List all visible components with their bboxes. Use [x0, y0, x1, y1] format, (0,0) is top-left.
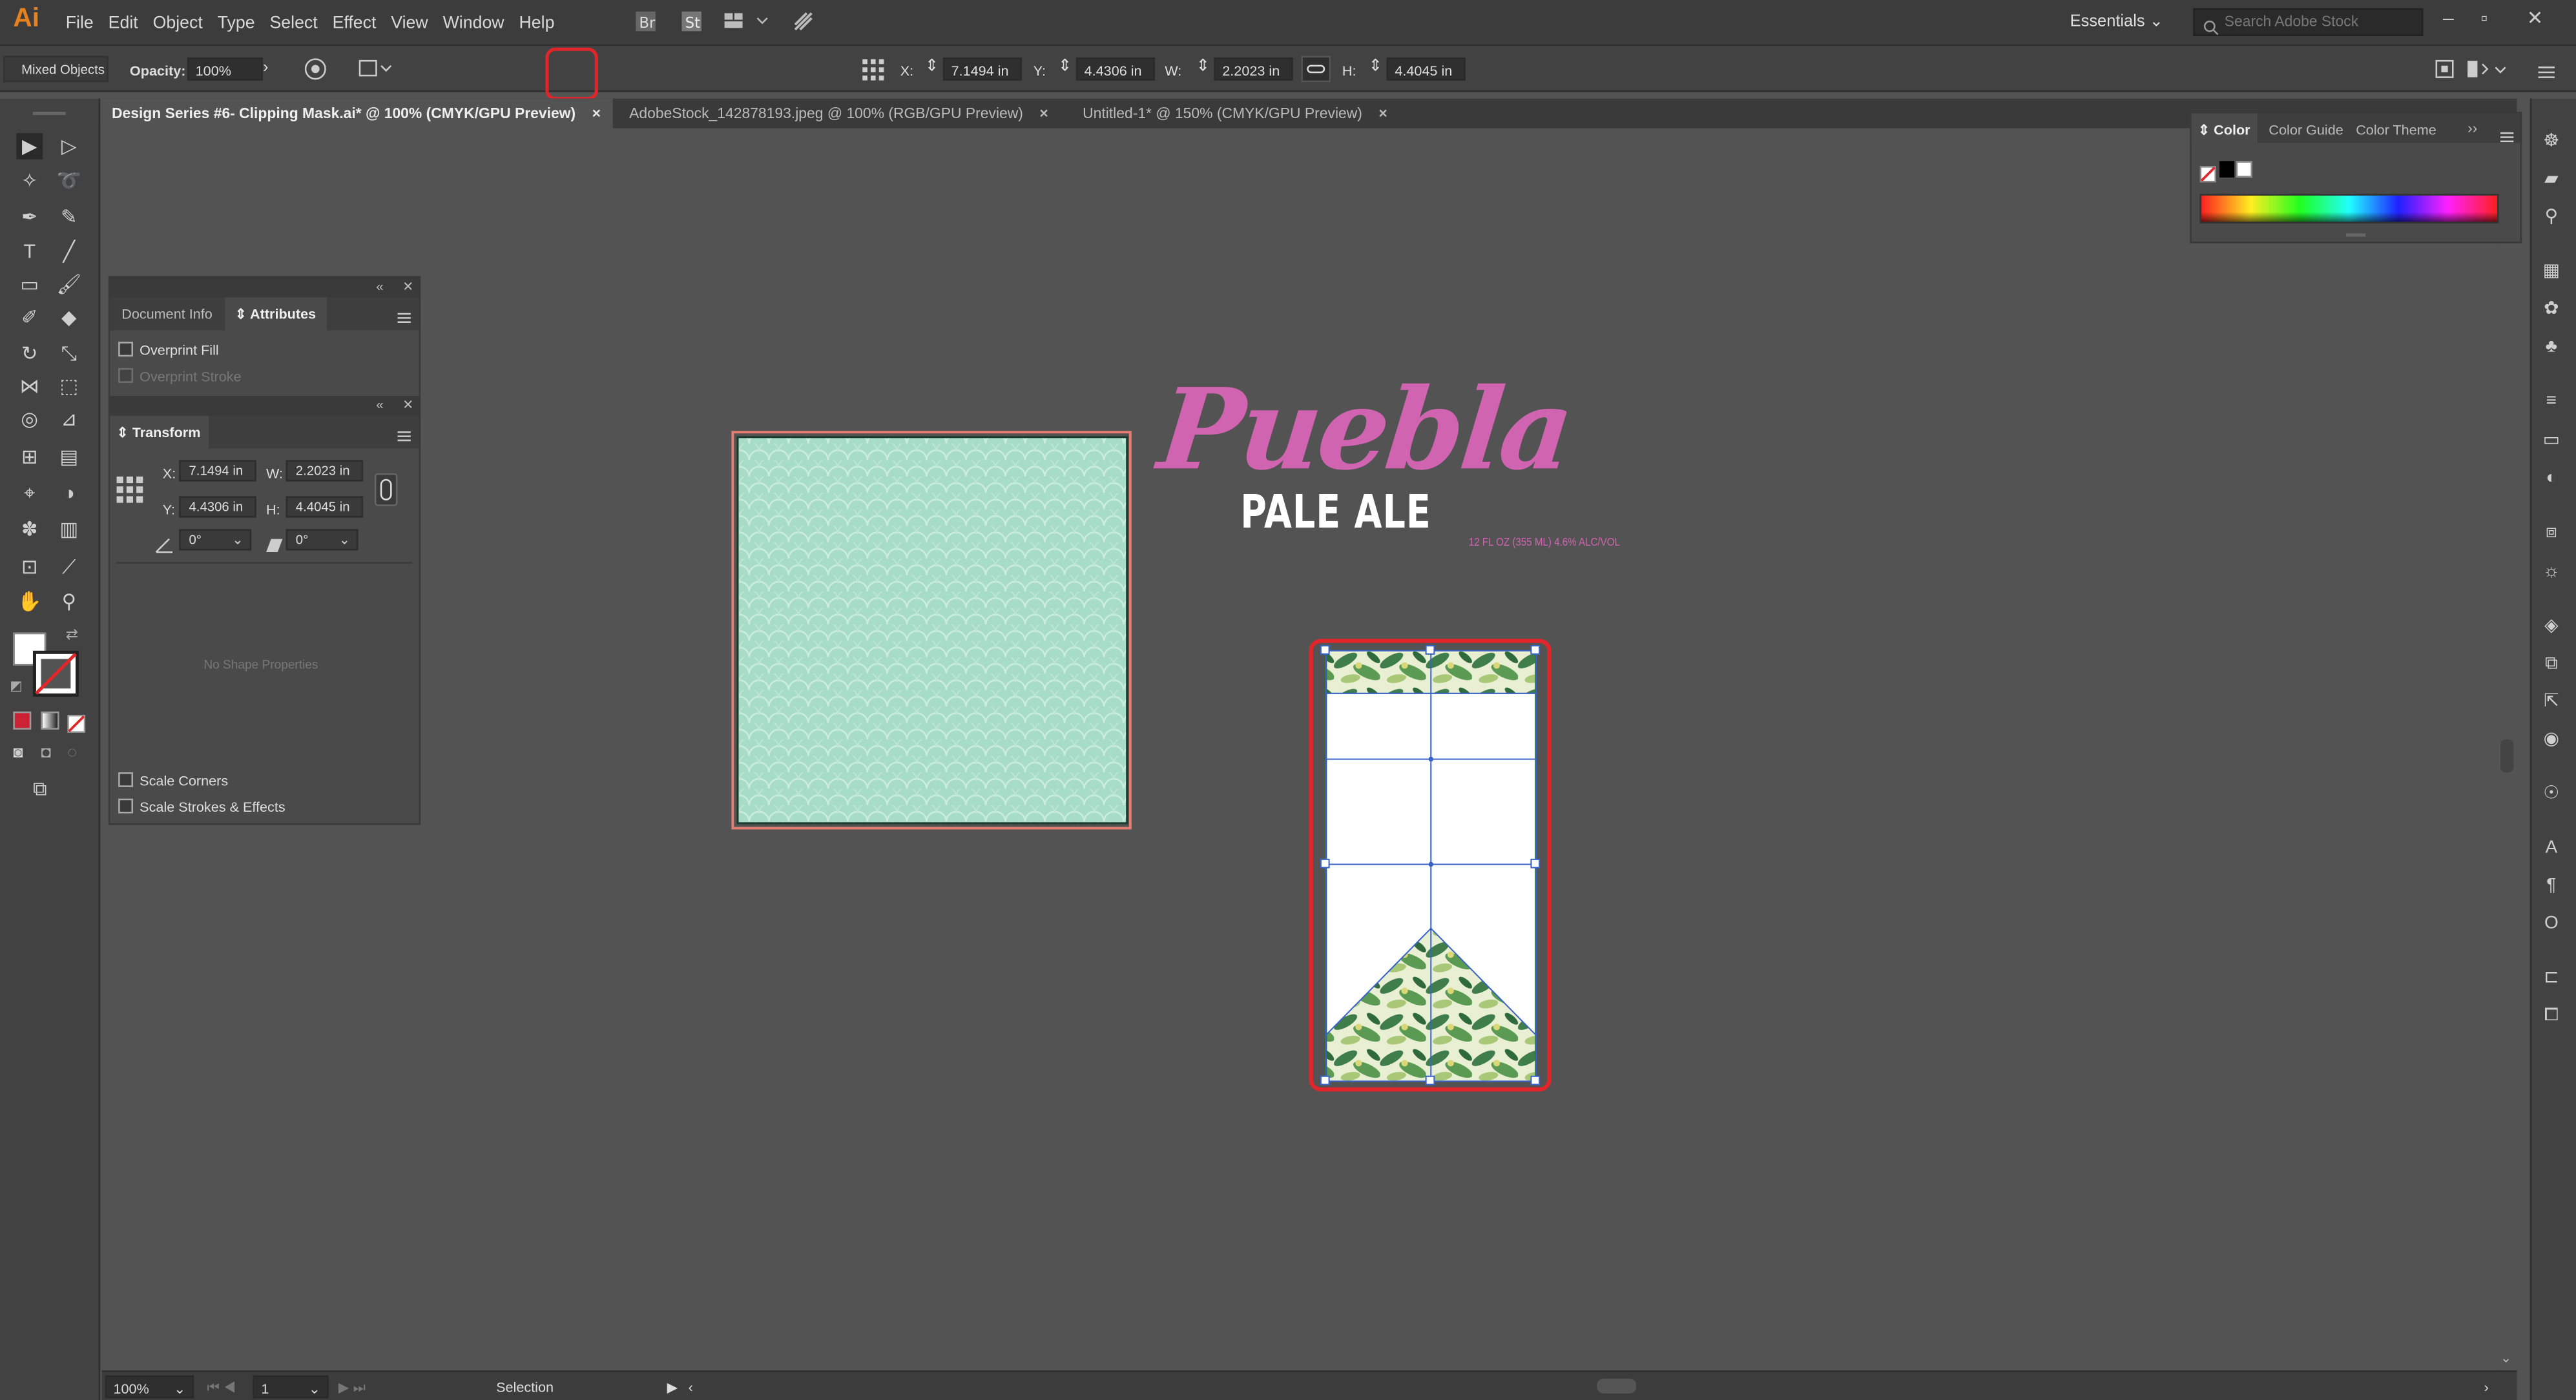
character-icon[interactable]: A — [2539, 835, 2565, 861]
tab-attributes[interactable]: ⇕ Attributes — [235, 305, 316, 324]
scale-pattern-square — [736, 436, 1128, 825]
shear-angle-select[interactable]: 0° ⌄ — [286, 529, 358, 551]
constrain-link-icon[interactable] — [374, 473, 398, 506]
white-swatch[interactable] — [2236, 161, 2252, 178]
angle-icon — [154, 532, 174, 562]
volume-text: 12 FL OZ (355 ML) 4.6% ALC/VOL — [1468, 537, 1620, 549]
collapse-icon[interactable]: « — [376, 398, 383, 413]
tab-color-theme[interactable]: Color Theme — [2356, 121, 2436, 138]
status-bar: 100% ⌄ ⏮ ◀ 1 ⌄ ▶ ⏭ Selection ▶ ‹ › — [101, 1370, 2517, 1400]
none-swatch[interactable] — [2199, 161, 2217, 190]
status-menu-icon[interactable]: ▶ — [667, 1379, 678, 1397]
zoom-select[interactable]: 100% ⌄ — [105, 1375, 194, 1399]
color-panel: ⇕ Color Color Guide Color Theme ›› — [2190, 112, 2522, 243]
overprint-stroke-label: Overprint Stroke — [140, 367, 242, 385]
transform-w-label: W: — [266, 465, 284, 482]
transform-y-label: Y: — [162, 501, 176, 518]
overprint-stroke-checkbox[interactable] — [118, 367, 134, 383]
links-icon[interactable]: ⇱ — [2539, 688, 2565, 715]
transform-h-label: H: — [266, 501, 280, 518]
horizontal-scrollbar[interactable] — [1597, 1378, 1637, 1394]
overprint-fill-checkbox[interactable] — [118, 342, 134, 357]
symbols-icon[interactable]: ♣ — [2539, 334, 2565, 360]
first-artboard-icon[interactable]: ⏮ ◀ — [207, 1379, 236, 1397]
transform-h-input[interactable]: 4.4045 in — [286, 496, 364, 518]
opentype-icon[interactable]: O — [2539, 911, 2565, 937]
asset-export-icon[interactable]: ⚲ — [2539, 204, 2565, 231]
properties-icon[interactable]: ☸ — [2539, 128, 2565, 154]
navigator-icon[interactable]: ☉ — [2539, 781, 2565, 807]
panel-close-icon[interactable]: ✕ — [402, 398, 413, 413]
scroll-right-icon[interactable]: › — [2484, 1379, 2489, 1395]
panel-close-icon[interactable]: ✕ — [402, 280, 413, 294]
paragraph-icon[interactable]: ¶ — [2539, 872, 2565, 899]
shear-icon — [264, 532, 284, 562]
expand-icon[interactable]: ›› — [2467, 120, 2477, 136]
brand-puebla: Puebla — [1152, 364, 1577, 497]
transparency-icon[interactable]: ◐ — [2539, 465, 2565, 491]
rotate-angle-select[interactable]: 0° ⌄ — [179, 529, 252, 551]
gradient-icon[interactable]: ▭ — [2539, 427, 2565, 454]
transform-y-input[interactable]: 4.4306 in — [179, 496, 256, 518]
next-artboard-icon[interactable]: ▶ ⏭ — [338, 1379, 366, 1397]
chevron-down-icon[interactable]: ⌄ — [2500, 1351, 2511, 1366]
scale-corners-label: Scale Corners — [140, 772, 229, 789]
swatches-icon[interactable]: ▦ — [2539, 258, 2565, 285]
pathfinder-icon[interactable]: ⧠ — [2539, 1002, 2565, 1029]
layers-icon[interactable]: ◈ — [2539, 613, 2565, 639]
tab-color-guide[interactable]: Color Guide — [2269, 121, 2343, 138]
scale-strokes-label: Scale Strokes & Effects — [140, 798, 286, 816]
transform-w-input[interactable]: 2.2023 in — [286, 460, 364, 482]
scale-corners-checkbox[interactable] — [118, 772, 134, 787]
image-trace-icon[interactable]: ⧈ — [2539, 519, 2565, 546]
brushes-icon[interactable]: ✿ — [2539, 296, 2565, 322]
tab-color[interactable]: ⇕ Color — [2198, 121, 2250, 139]
panel-menu-icon[interactable] — [396, 422, 412, 452]
artboard-number-select[interactable]: 1 ⌄ — [253, 1375, 329, 1399]
no-shape-properties: No Shape Properties — [203, 657, 318, 672]
reference-point-icon[interactable] — [115, 475, 145, 513]
stroke-icon[interactable]: ≡ — [2539, 388, 2565, 415]
scroll-left-icon[interactable]: ‹ — [689, 1379, 693, 1395]
panel-header[interactable] — [110, 278, 419, 298]
scale-strokes-checkbox[interactable] — [118, 798, 134, 814]
transform-x-label: X: — [162, 465, 176, 482]
color-spectrum[interactable] — [2199, 194, 2499, 224]
align-icon[interactable]: ⊏ — [2539, 965, 2565, 991]
panel-menu-icon[interactable] — [396, 304, 412, 334]
overprint-fill-label: Overprint Fill — [140, 342, 219, 358]
tab-transform[interactable]: ⇕ Transform — [117, 424, 201, 442]
current-tool-label: Selection — [496, 1378, 554, 1395]
artboards-icon[interactable]: ⧉ — [2539, 651, 2565, 677]
appearance-icon[interactable]: ☼ — [2539, 559, 2565, 585]
panel-menu-icon[interactable] — [2498, 123, 2515, 153]
transform-x-input[interactable]: 7.1494 in — [179, 460, 256, 482]
subtitle-pale-ale: PALE ALE — [1240, 484, 1431, 539]
collapse-icon[interactable]: « — [376, 280, 383, 294]
attributes-transform-panel: « ✕ Document Info ⇕ Attributes Overprint… — [108, 276, 421, 825]
vertical-scrollbar[interactable] — [2500, 739, 2514, 772]
graphic-styles-icon[interactable]: ◉ — [2539, 726, 2565, 753]
black-swatch[interactable] — [2219, 161, 2234, 178]
tab-document-info[interactable]: Document Info — [121, 305, 213, 322]
libraries-icon[interactable]: ▰ — [2539, 166, 2565, 192]
